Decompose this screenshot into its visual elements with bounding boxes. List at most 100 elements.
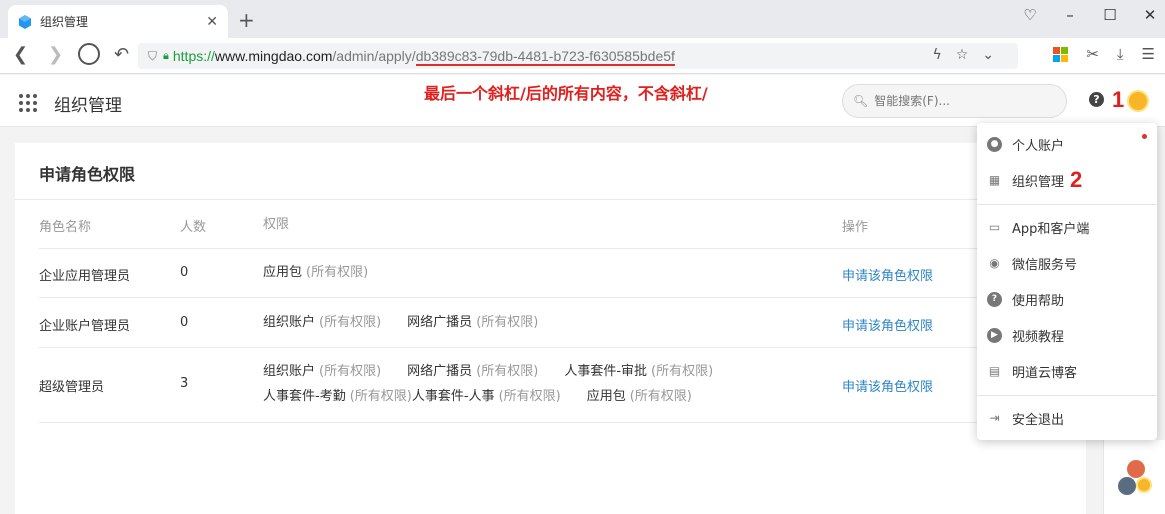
url-actions: ϟ ☆ ⌄	[932, 47, 994, 63]
smart-search[interactable]: 🔍︎	[842, 84, 1067, 118]
permission-item: 组织账户 (所有权限)	[263, 315, 382, 330]
menu-item-label: 安全退出	[1012, 412, 1065, 428]
role-name: 企业账户管理员	[39, 319, 131, 334]
contact-avatar[interactable]	[1136, 477, 1152, 493]
role-name: 超级管理员	[39, 380, 105, 395]
url-text: https://www.mingdao.com/admin/apply/db38…	[173, 48, 675, 66]
minimize-icon[interactable]: –	[1063, 6, 1077, 24]
menu-divider	[977, 395, 1157, 396]
apply-role-link[interactable]: 申请该角色权限	[842, 315, 933, 334]
back-icon[interactable]: ❮	[13, 44, 28, 65]
menu-item-label: 组织管理	[1012, 174, 1065, 190]
menu-divider	[977, 204, 1157, 205]
role-count: 0	[180, 265, 189, 280]
forward-icon[interactable]: ❯	[48, 44, 63, 65]
permission-item: 网络广播员 (所有权限)	[407, 315, 539, 330]
step-marker-1: 1	[1112, 87, 1125, 112]
menu-item-org-management[interactable]: ▦ 组织管理 2	[977, 163, 1157, 197]
maximize-icon[interactable]: ☐	[1103, 6, 1117, 24]
lock-icon: 🔒︎	[163, 49, 169, 62]
menu-item-app-client[interactable]: ▭ App和客户端	[977, 210, 1157, 244]
menu-item-label: 明道云博客	[1012, 365, 1078, 381]
undo-close-icon[interactable]: ↶	[114, 44, 129, 65]
apply-role-link[interactable]: 申请该角色权限	[842, 376, 933, 395]
devices-icon: ▭	[988, 220, 1001, 234]
permission-item: 网络广播员 (所有权限)	[407, 364, 539, 379]
lightning-icon[interactable]: ϟ	[932, 47, 941, 63]
apps-icon[interactable]	[1053, 46, 1069, 62]
url-host: www.mingdao.com	[214, 48, 333, 64]
table-header: 角色名称 人数 权限 操作	[39, 200, 1086, 249]
permission-item: 应用包 (所有权限)	[263, 265, 369, 280]
step-marker-2: 2	[1070, 167, 1083, 192]
apply-role-link[interactable]: 申请该角色权限	[842, 265, 933, 284]
role-count: 3	[180, 376, 189, 391]
contact-avatar[interactable]	[1127, 460, 1145, 478]
table-row: 企业应用管理员 0 应用包 (所有权限) 申请该角色权限	[39, 249, 1086, 298]
permission-item: 应用包 (所有权限)	[586, 389, 692, 404]
menu-item-wechat[interactable]: ◉ 微信服务号	[977, 246, 1157, 280]
browser-tab-bar: 组织管理 ✕ + ♡ – ☐ ✕	[0, 0, 1165, 38]
help-icon[interactable]: ?	[1089, 92, 1104, 107]
shield-icon: ⛉	[148, 48, 158, 63]
url-apply-id: db389c83-79db-4481-b723-f630585bde5f	[415, 48, 675, 66]
permission-item: 人事套件-审批 (所有权限)	[564, 364, 714, 379]
user-dropdown-menu: ● 个人账户 ▦ 组织管理 2 ▭ App和客户端 ◉ 微信服务号 ? 使用帮助…	[977, 123, 1157, 440]
new-tab-icon[interactable]: +	[238, 8, 255, 32]
chevron-down-icon[interactable]: ⌄	[982, 47, 994, 63]
menu-item-personal-account[interactable]: ● 个人账户	[977, 127, 1157, 161]
wechat-icon: ◉	[989, 256, 1000, 270]
table-row: 企业账户管理员 0 组织账户 (所有权限) 网络广播员 (所有权限) 申请该角色权限	[39, 298, 1086, 348]
role-name: 企业应用管理员	[39, 269, 131, 284]
search-icon: 🔍︎	[853, 94, 869, 108]
col-role-name: 角色名称	[39, 220, 92, 235]
window-controls: ♡ – ☐ ✕	[1023, 6, 1157, 24]
logout-icon: ⇥	[989, 411, 1000, 425]
user-circle-icon: ●	[987, 136, 1002, 152]
tab-title: 组织管理	[40, 15, 89, 29]
tab-close-icon[interactable]: ✕	[206, 14, 218, 30]
card-title: 申请角色权限	[39, 165, 136, 184]
blog-icon: ▤	[988, 364, 1001, 378]
search-input[interactable]	[874, 94, 1045, 108]
browser-toolbar: ✂ ⤓ ☰	[1053, 45, 1155, 63]
app-grid-icon[interactable]	[19, 94, 37, 112]
permission-item: 人事套件-考勤 (所有权限)	[263, 389, 412, 404]
close-window-icon[interactable]: ✕	[1143, 6, 1157, 24]
col-actions: 操作	[842, 220, 869, 235]
menu-item-logout[interactable]: ⇥ 安全退出	[977, 401, 1157, 435]
permission-item: 组织账户 (所有权限)	[263, 364, 382, 379]
permission-list: 组织账户 (所有权限) 网络广播员 (所有权限) 人事套件-审批 (所有权限) 人事套件-考…	[263, 359, 843, 409]
star-icon[interactable]: ☆	[956, 47, 969, 63]
menu-item-label: 个人账户	[1012, 138, 1065, 154]
reload-icon[interactable]	[78, 43, 100, 65]
address-bar: ❮ ❯ ↶ ⛉ 🔒︎ https://www.mingdao.com/admin…	[0, 38, 1165, 74]
avatar[interactable]	[1127, 90, 1149, 112]
menu-item-label: App和客户端	[1012, 221, 1090, 237]
apply-role-card: 申请角色权限 角色名称 人数 权限 操作 企业应用管理员 0 应用包 (所有权限)…	[15, 143, 1086, 514]
menu-item-blog[interactable]: ▤ 明道云博客	[977, 354, 1157, 388]
permission-list: 应用包 (所有权限)	[263, 260, 843, 285]
col-count: 人数	[180, 220, 207, 235]
url-annotation: 最后一个斜杠/后的所有内容，不含斜杠/	[424, 84, 708, 103]
browser-tab[interactable]: 组织管理 ✕	[8, 5, 228, 38]
play-circle-icon: ▶	[987, 327, 1002, 343]
menu-item-help[interactable]: ? 使用帮助	[977, 282, 1157, 316]
role-count: 0	[180, 315, 189, 330]
menu-item-label: 视频教程	[1012, 329, 1065, 345]
building-icon: ▦	[988, 173, 1001, 187]
menu-icon[interactable]: ☰	[1142, 45, 1155, 63]
download-icon[interactable]: ⤓	[1117, 45, 1124, 63]
menu-item-label: 微信服务号	[1012, 257, 1078, 273]
shirt-skin-icon[interactable]: ♡	[1023, 6, 1037, 24]
url-field[interactable]: ⛉ 🔒︎ https://www.mingdao.com/admin/apply…	[138, 43, 1018, 69]
permission-item: 人事套件-人事 (所有权限)	[411, 389, 561, 404]
table-row: 超级管理员 3 组织账户 (所有权限) 网络广播员 (所有权限) 人事套件-审批 (所有权…	[39, 348, 1086, 423]
col-permissions: 权限	[263, 217, 290, 232]
mingdao-favicon-icon	[19, 14, 31, 29]
permission-list: 组织账户 (所有权限) 网络广播员 (所有权限)	[263, 310, 843, 335]
menu-item-video[interactable]: ▶ 视频教程	[977, 318, 1157, 352]
contact-avatar[interactable]	[1118, 477, 1136, 495]
scissors-icon[interactable]: ✂	[1086, 45, 1099, 63]
menu-item-label: 使用帮助	[1012, 293, 1065, 309]
